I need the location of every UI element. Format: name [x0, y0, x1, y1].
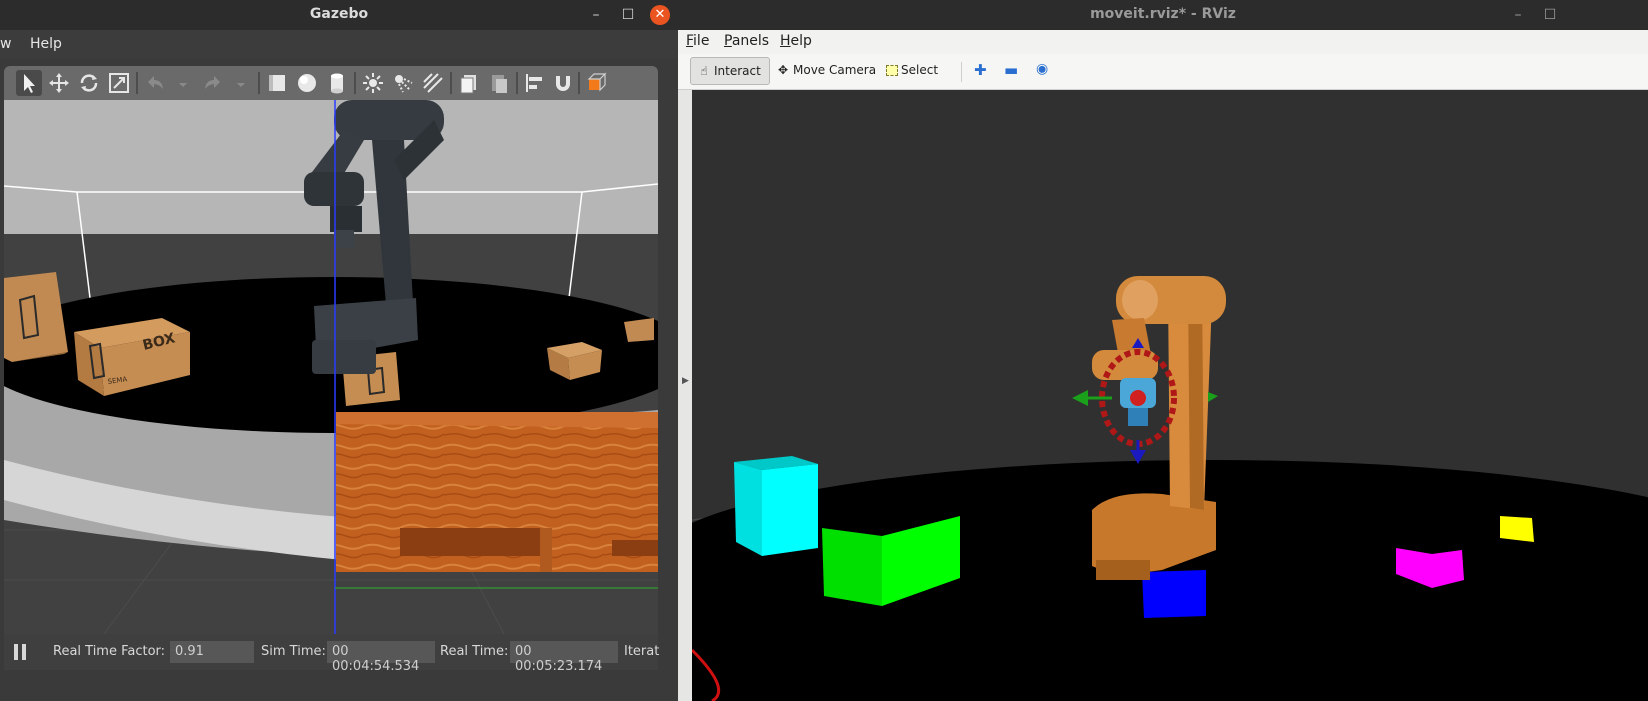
- gazebo-menubar: w Help: [0, 30, 678, 58]
- add-tool-icon[interactable]: ✚: [968, 57, 993, 85]
- select-button[interactable]: Select: [880, 57, 944, 85]
- copy-icon[interactable]: [456, 70, 482, 96]
- move-camera-button[interactable]: ✥ Move Camera: [770, 57, 882, 85]
- toolbar-separator: [354, 72, 356, 94]
- select-box-icon: [886, 65, 898, 76]
- iterations-label: Iterat: [624, 644, 660, 659]
- gazebo-window: Gazebo – ☐ ✕ w Help BOX SEMA Real Time F…: [0, 0, 678, 701]
- gazebo-toolbar: [4, 66, 658, 100]
- spot-light-icon[interactable]: [390, 70, 416, 96]
- minimize-button[interactable]: –: [1506, 3, 1530, 27]
- toolbar-separator: [961, 62, 962, 82]
- redo-dropdown-icon[interactable]: [228, 70, 245, 96]
- minimize-button[interactable]: –: [584, 3, 608, 27]
- undo-icon[interactable]: [142, 70, 168, 96]
- box-shape-icon[interactable]: [264, 70, 290, 96]
- toolbar-separator: [450, 72, 452, 94]
- cardboard-box-far-right: [624, 318, 654, 342]
- maximize-button[interactable]: ☐: [616, 3, 640, 27]
- rotate-icon[interactable]: [76, 70, 102, 96]
- gazebo-title: Gazebo: [309, 6, 369, 22]
- rviz-titlebar: moveit.rviz* - RViz – ☐: [678, 0, 1648, 30]
- sphere-shape-icon[interactable]: [294, 70, 320, 96]
- close-button[interactable]: ✕: [650, 5, 670, 25]
- align-icon[interactable]: [522, 70, 548, 96]
- gazebo-bottom-edge: [0, 670, 678, 701]
- eye-icon[interactable]: ◉: [1030, 57, 1054, 85]
- toolbar-separator: [136, 72, 138, 94]
- remove-tool-icon[interactable]: ▬: [998, 57, 1024, 85]
- menu-help[interactable]: Help: [780, 33, 812, 49]
- rviz-menubar: File Panels Help: [678, 30, 1648, 54]
- directional-light-icon[interactable]: [420, 70, 446, 96]
- real-time-field: 00 00:05:23.174: [510, 641, 618, 674]
- select-arrow-icon[interactable]: [16, 70, 42, 96]
- rviz-robot-arm: [1092, 276, 1226, 580]
- hand-pointer-icon: ☝: [700, 64, 708, 78]
- rviz-scene-graphic: [692, 276, 1648, 701]
- cyan-cube: [734, 456, 818, 556]
- wooden-pallet: [336, 412, 658, 572]
- menu-panels[interactable]: Panels: [724, 33, 769, 49]
- rviz-toolbar: ☝ Interact ✥ Move Camera Select ✚ ▬ ◉: [678, 54, 1648, 90]
- sim-time-field: 00 00:04:54.534: [327, 641, 435, 674]
- view-angle-icon[interactable]: [584, 70, 610, 96]
- toolbar-separator: [578, 72, 580, 94]
- point-light-icon[interactable]: [360, 70, 386, 96]
- scale-icon[interactable]: [106, 70, 132, 96]
- menu-file[interactable]: File: [686, 33, 709, 49]
- expand-arrow-icon[interactable]: ▶: [682, 376, 689, 386]
- toolbar-separator: [258, 72, 260, 94]
- cylinder-shape-icon[interactable]: [324, 70, 350, 96]
- undo-dropdown-icon[interactable]: [170, 70, 187, 96]
- real-time-factor-field: 0.91: [170, 641, 254, 663]
- magnet-icon[interactable]: [550, 70, 576, 96]
- gazebo-scene-graphic: BOX SEMA: [4, 100, 658, 634]
- toolbar-separator: [516, 72, 518, 94]
- rviz-title: moveit.rviz* - RViz: [1090, 6, 1236, 22]
- translate-icon[interactable]: [46, 70, 72, 96]
- gazebo-3d-viewport[interactable]: BOX SEMA: [4, 100, 658, 634]
- real-time-factor-label: Real Time Factor:: [53, 644, 166, 659]
- blue-box: [1142, 570, 1206, 618]
- interact-button[interactable]: ☝ Interact: [690, 57, 770, 85]
- maximize-button[interactable]: ☐: [1538, 3, 1562, 27]
- pause-icon[interactable]: [12, 642, 28, 662]
- redo-icon[interactable]: [200, 70, 226, 96]
- paste-icon[interactable]: [486, 70, 512, 96]
- gazebo-titlebar: Gazebo – ☐ ✕: [0, 0, 678, 30]
- menu-help[interactable]: Help: [30, 36, 62, 52]
- sim-time-label: Sim Time:: [261, 644, 326, 659]
- real-time-label: Real Time:: [440, 644, 509, 659]
- menu-window[interactable]: w: [0, 36, 11, 52]
- yellow-box: [1500, 516, 1534, 542]
- rviz-3d-viewport[interactable]: [692, 90, 1648, 701]
- gazebo-statusbar: Real Time Factor: 0.91 Sim Time: 00 00:0…: [4, 634, 660, 674]
- move-camera-icon: ✥: [777, 63, 789, 77]
- rviz-window: moveit.rviz* - RViz – ☐ File Panels Help…: [678, 0, 1648, 701]
